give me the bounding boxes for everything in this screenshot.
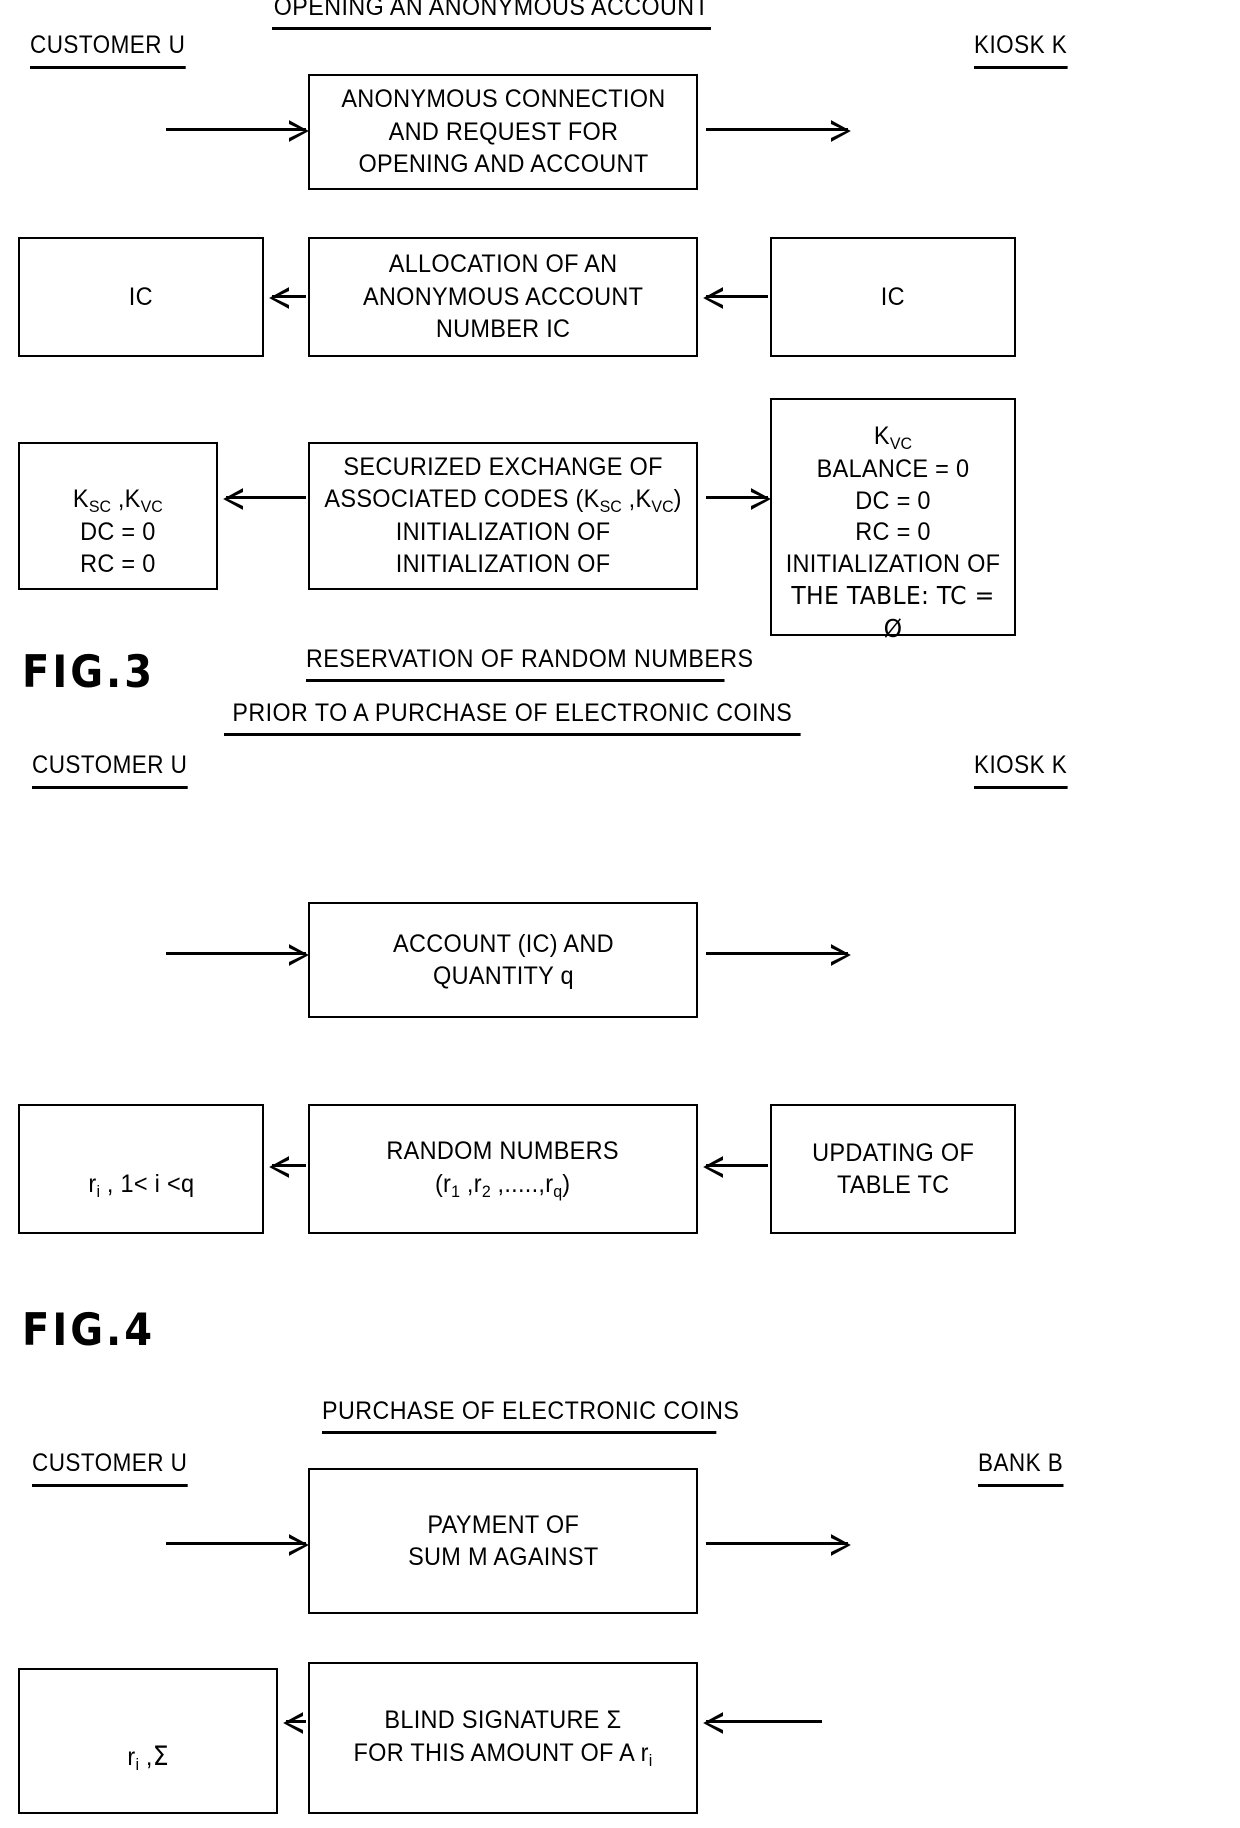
fig3-title-line1: RESERVATION OF RANDOM NUMBERS — [306, 645, 753, 682]
fig3-row1-in-arrow — [166, 944, 309, 966]
arrow-head-left-icon — [703, 287, 723, 309]
fig2-row3-left-arrow — [223, 488, 306, 510]
fig3-number-label: FIG.3 — [22, 646, 156, 699]
fig3-row2-center-text: RANDOM NUMBERS (r1 ,r2 ,.....,rq) — [386, 1137, 620, 1201]
fig4-row2-left-arrow — [283, 1712, 306, 1734]
fig4-number-label: FIG.4 — [22, 1304, 156, 1357]
arrow-head-left-icon — [283, 1712, 303, 1734]
fig4-row2-right-arrow — [703, 1712, 822, 1734]
arrow-head-right-icon — [831, 1534, 851, 1556]
fig4-right-party-label: BANK B — [978, 1449, 1064, 1487]
fig4-row1-out-arrow — [706, 1534, 851, 1556]
arrow-head-right-icon — [751, 488, 771, 510]
fig2-row3-left-box: KSC ,KVC DC = 0 RC = 0 — [18, 442, 218, 590]
fig3-row2-right-arrow — [703, 1156, 768, 1178]
fig3-left-party-label: CUSTOMER U — [32, 751, 188, 789]
fig4-row2-left-box: ri ,Σ — [18, 1668, 278, 1814]
fig3-row2-left-text: ri , 1< i <q — [88, 1169, 194, 1201]
fig2-left-party-label: CUSTOMER U — [30, 31, 186, 69]
fig4-row1-in-arrow — [166, 1534, 309, 1556]
fig2-row1-out-arrow — [706, 120, 851, 142]
fig3-row2-right-text: UPDATING OF TABLE TC — [812, 1138, 974, 1200]
fig4-row2-center-box: BLIND SIGNATURE Σ FOR THIS AMOUNT OF A ri — [308, 1662, 698, 1814]
fig3-row2-right-box: UPDATING OF TABLE TC — [770, 1104, 1016, 1234]
fig4-row2-left-text: ri ,Σ — [127, 1740, 169, 1774]
fig3-row1-out-arrow — [706, 944, 851, 966]
fig3-row2-center-box: RANDOM NUMBERS (r1 ,r2 ,.....,rq) — [308, 1104, 698, 1234]
arrow-head-right-icon — [831, 120, 851, 142]
arrow-head-right-icon — [289, 120, 309, 142]
fig2-row3-right-arrow — [706, 488, 771, 510]
fig2-row3-right-text: KVC BALANCE = 0 DC = 0 RC = 0 INITIALIZATION… — [785, 421, 1001, 643]
arrow-head-right-icon — [831, 944, 851, 966]
fig4-row2-center-text: BLIND SIGNATURE Σ FOR THIS AMOUNT OF A ri — [353, 1706, 653, 1770]
fig4-row1-center-text: PAYMENT OF SUM M AGAINST — [407, 1510, 599, 1572]
fig4-left-party-label: CUSTOMER U — [32, 1449, 188, 1487]
fig2-row2-right-text: IC — [880, 282, 906, 311]
fig2-row2-right-arrow — [703, 287, 768, 309]
fig2-row3-right-box: KVC BALANCE = 0 DC = 0 RC = 0 INITIALIZATION… — [770, 398, 1016, 643]
fig3-title-line2: PRIOR TO A PURCHASE OF ELECTRONIC COINS — [224, 699, 801, 736]
fig2-row2-left-box: IC — [18, 237, 264, 357]
arrow-head-left-icon — [223, 488, 243, 510]
fig2-row2-center-box: ALLOCATION OF AN ANONYMOUS ACCOUNT NUMBER … — [308, 237, 698, 357]
arrow-head-right-icon — [289, 944, 309, 966]
fig2-row2-left-text: IC — [128, 282, 154, 311]
fig2-row1-center-box: ANONYMOUS CONNECTION AND REQUEST FOR OPENI… — [308, 74, 698, 190]
fig3-row1-center-text: ACCOUNT (IC) AND QUANTITY q — [392, 929, 614, 991]
patent-drawing-sheet: OPENING AN ANONYMOUS ACCOUNT CUSTOMER U … — [0, 0, 1240, 1828]
fig4-title: PURCHASE OF ELECTRONIC COINS — [322, 1397, 739, 1434]
fig2-row2-center-text: ALLOCATION OF AN ANONYMOUS ACCOUNT NUMBER … — [362, 250, 644, 344]
fig2-title: OPENING AN ANONYMOUS ACCOUNT — [272, 0, 711, 30]
arrow-head-left-icon — [703, 1712, 723, 1734]
fig3-row2-left-arrow — [269, 1156, 306, 1178]
fig3-row1-center-box: ACCOUNT (IC) AND QUANTITY q — [308, 902, 698, 1018]
arrow-head-left-icon — [703, 1156, 723, 1178]
fig2-row2-right-box: IC — [770, 237, 1016, 357]
fig2-row3-center-text: SECURIZED EXCHANGE OF ASSOCIATED CODES (K… — [324, 453, 682, 578]
fig2-row1-in-arrow — [166, 120, 309, 142]
fig2-right-party-label: KIOSK K — [974, 31, 1068, 69]
fig2-row2-left-arrow — [269, 287, 306, 309]
fig2-row3-left-text: KSC ,KVC DC = 0 RC = 0 — [73, 484, 163, 578]
fig3-right-party-label: KIOSK K — [974, 751, 1068, 789]
fig2-row1-center-text: ANONYMOUS CONNECTION AND REQUEST FOR OPENI… — [340, 85, 666, 179]
arrow-head-left-icon — [269, 287, 289, 309]
fig2-row3-center-box: SECURIZED EXCHANGE OF ASSOCIATED CODES (K… — [308, 442, 698, 590]
fig3-row2-left-box: ri , 1< i <q — [18, 1104, 264, 1234]
arrow-head-right-icon — [289, 1534, 309, 1556]
arrow-head-left-icon — [269, 1156, 289, 1178]
fig4-row1-center-box: PAYMENT OF SUM M AGAINST — [308, 1468, 698, 1614]
